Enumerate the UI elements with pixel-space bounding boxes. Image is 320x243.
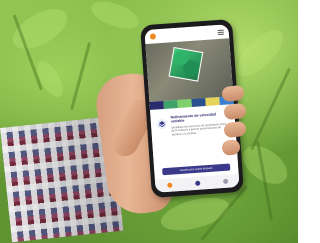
layers-icon xyxy=(156,118,168,130)
map-icon[interactable] xyxy=(194,180,200,186)
satellite-map[interactable] xyxy=(145,38,234,102)
home-icon[interactable] xyxy=(166,182,172,188)
bottom-nav xyxy=(154,173,240,193)
logo-icon xyxy=(149,33,157,40)
field-zone-overlay[interactable] xyxy=(168,46,204,82)
card-body: Identifique las secciones de rendimiento… xyxy=(171,122,227,137)
menu-icon[interactable] xyxy=(217,29,224,32)
profile-icon[interactable] xyxy=(222,178,228,185)
